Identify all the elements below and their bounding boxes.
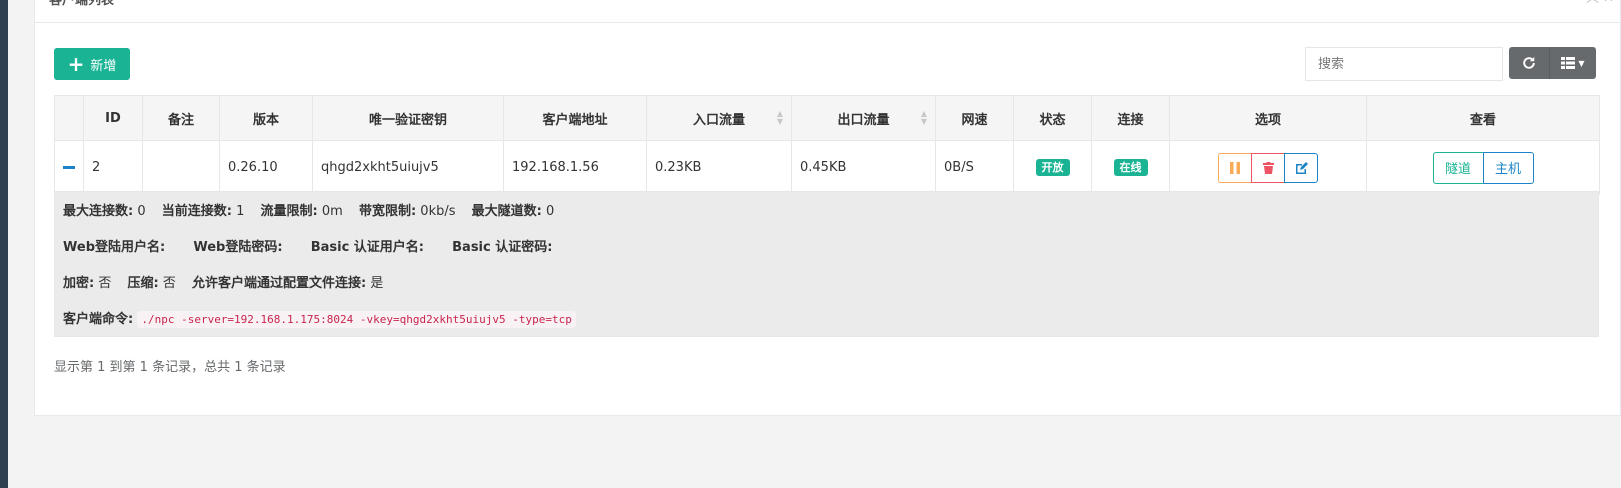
- edit-button[interactable]: [1284, 152, 1318, 183]
- cell-rate: 0B/S: [935, 140, 1014, 195]
- col-header-export-flow[interactable]: 出口流量 ▲ ▼: [791, 95, 936, 141]
- add-client-button[interactable]: + 新增: [54, 48, 130, 80]
- view-button-group: 隧道 主机: [1432, 151, 1534, 184]
- left-sidebar-edge: [0, 0, 8, 488]
- cell-connect: 在线: [1091, 140, 1170, 195]
- cell-address: 192.168.1.56: [503, 140, 647, 195]
- pause-icon: [1230, 161, 1240, 174]
- rate-limit-label: 带宽限制:: [358, 204, 417, 219]
- max-conn-value: 0: [137, 204, 146, 219]
- flow-limit-value: 0m: [321, 204, 343, 219]
- table-header-row: ID 备注 版本 唯一验证密钥 客户端地址 入口流量 ▲ ▼ 出口流量 ▲ ▼ 网速 状…: [54, 95, 1600, 141]
- cell-version: 0.26.10: [219, 140, 313, 195]
- connect-badge: 在线: [1113, 159, 1148, 176]
- rate-limit-value: 0kb/s: [420, 204, 456, 219]
- web-pass-label: Web登陆密码:: [193, 240, 283, 255]
- refresh-icon: [1523, 56, 1535, 69]
- status-badge: 开放: [1035, 159, 1070, 176]
- sort-icon: ▲ ▼: [920, 109, 927, 126]
- col-header-address: 客户端地址: [503, 95, 647, 141]
- host-button[interactable]: 主机: [1482, 151, 1534, 184]
- col-header-remark: 备注: [142, 95, 220, 141]
- client-command[interactable]: ./npc -server=192.168.1.175:8024 -vkey=q…: [137, 311, 576, 328]
- client-table: ID 备注 版本 唯一验证密钥 客户端地址 入口流量 ▲ ▼ 出口流量 ▲ ▼ 网速 状…: [54, 95, 1600, 195]
- collapse-toggle[interactable]: [54, 140, 84, 195]
- panel-header: 客户端列表 ︿ ✕: [35, 0, 1620, 23]
- detail-line-options: 加密: 否 压缩: 否 允许客户端通过配置文件连接: 是: [63, 272, 383, 291]
- table-row: 2 0.26.10 qhgd2xkht5uiujv5 192.168.1.56 …: [54, 140, 1600, 195]
- max-tunnel-value: 0: [546, 204, 555, 219]
- cell-status: 开放: [1013, 140, 1092, 195]
- col-header-status: 状态: [1013, 95, 1092, 141]
- cell-inlet-flow: 0.23KB: [646, 140, 792, 195]
- row-detail-panel: 最大连接数: 0 当前连接数: 1 流量限制: 0m 带宽限制: 0kb/s 最…: [54, 191, 1599, 337]
- detail-line-limits: 最大连接数: 0 当前连接数: 1 流量限制: 0m 带宽限制: 0kb/s 最…: [63, 200, 554, 219]
- cell-remark: [142, 140, 220, 195]
- web-user-label: Web登陆用户名:: [63, 240, 166, 255]
- col-header-options: 选项: [1169, 95, 1367, 141]
- add-button-label: 新增: [90, 58, 117, 74]
- close-icon[interactable]: ✕: [1603, 0, 1614, 6]
- pagination-info: 显示第 1 到第 1 条记录，总共 1 条记录: [54, 360, 286, 375]
- col-header-id: ID: [83, 95, 143, 141]
- chevron-up-icon[interactable]: ︿: [1586, 0, 1599, 6]
- col-header-expand: [54, 95, 84, 141]
- max-tunnel-label: 最大隧道数:: [471, 204, 542, 219]
- cmd-label: 客户端命令:: [63, 312, 134, 327]
- col-header-connect: 连接: [1091, 95, 1170, 141]
- config-conn-value: 是: [370, 276, 384, 291]
- columns-toggle-button[interactable]: ▼: [1550, 47, 1596, 79]
- pause-button[interactable]: [1218, 152, 1252, 183]
- cell-options: [1169, 140, 1367, 195]
- col-header-inlet-flow[interactable]: 入口流量 ▲ ▼: [646, 95, 792, 141]
- trash-icon: [1262, 161, 1274, 174]
- cell-view: 隧道 主机: [1366, 140, 1600, 195]
- tunnel-button[interactable]: 隧道: [1432, 151, 1484, 184]
- refresh-button[interactable]: [1509, 47, 1550, 79]
- columns-icon: [1561, 57, 1576, 69]
- basic-pass-label: Basic 认证密码:: [452, 240, 553, 255]
- col-header-version: 版本: [219, 95, 313, 141]
- minus-icon: [63, 166, 75, 169]
- cell-export-flow: 0.45KB: [791, 140, 936, 195]
- compress-value: 否: [162, 276, 176, 291]
- inlet-flow-label: 入口流量: [692, 112, 745, 128]
- cur-conn-label: 当前连接数:: [161, 204, 232, 219]
- panel-title: 客户端列表: [49, 0, 115, 8]
- plus-icon: +: [67, 52, 85, 76]
- encrypt-label: 加密:: [63, 276, 95, 291]
- compress-label: 压缩:: [127, 276, 159, 291]
- config-conn-label: 允许客户端通过配置文件连接:: [192, 276, 367, 291]
- max-conn-label: 最大连接数:: [63, 204, 134, 219]
- detail-line-command: 客户端命令: ./npc -server=192.168.1.175:8024 …: [63, 308, 576, 328]
- cell-id: 2: [83, 140, 143, 195]
- search-input[interactable]: [1305, 47, 1503, 81]
- basic-user-label: Basic 认证用户名:: [310, 240, 424, 255]
- edit-icon: [1295, 161, 1308, 174]
- sort-icon: ▲ ▼: [776, 109, 783, 126]
- delete-button[interactable]: [1251, 152, 1285, 183]
- cur-conn-value: 1: [236, 204, 245, 219]
- col-header-vkey: 唯一验证密钥: [312, 95, 504, 141]
- options-button-group: [1218, 152, 1318, 183]
- col-header-view: 查看: [1366, 95, 1600, 141]
- panel-tools[interactable]: ︿ ✕: [1586, 0, 1614, 6]
- cell-vkey: qhgd2xkht5uiujv5: [312, 140, 504, 195]
- encrypt-value: 否: [98, 276, 112, 291]
- flow-limit-label: 流量限制:: [260, 204, 318, 219]
- table-toolbar-buttons: ▼: [1509, 47, 1596, 79]
- caret-down-icon: ▼: [1578, 58, 1585, 68]
- export-flow-label: 出口流量: [837, 112, 890, 128]
- col-header-rate: 网速: [935, 95, 1014, 141]
- detail-line-auth: Web登陆用户名: Web登陆密码: Basic 认证用户名: Basic 认证…: [63, 236, 552, 255]
